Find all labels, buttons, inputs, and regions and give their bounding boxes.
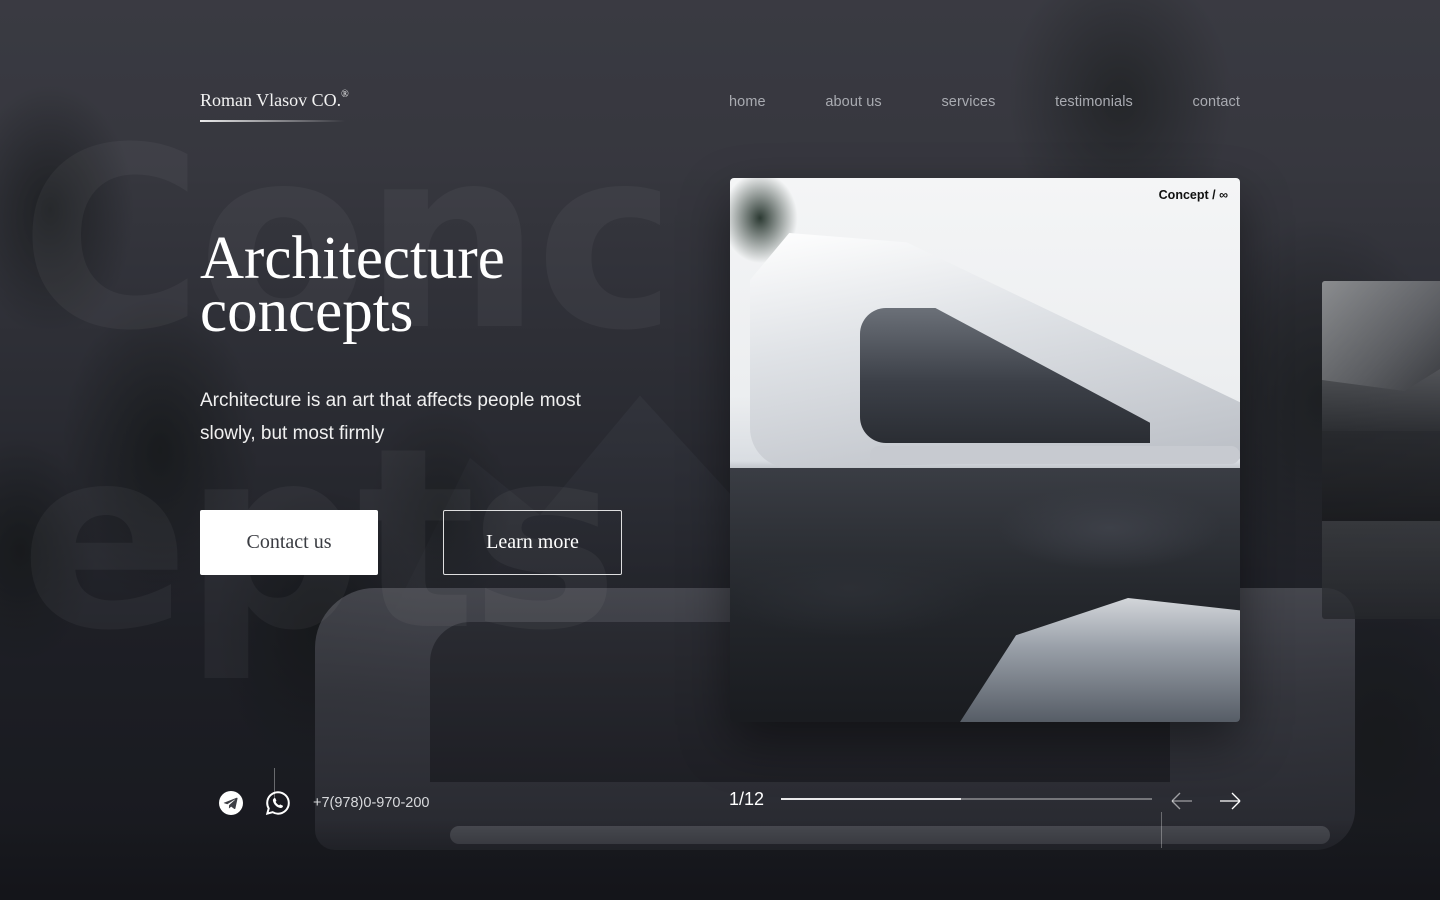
phone-number[interactable]: +7(978)0-970-200 <box>313 795 430 811</box>
nav-services[interactable]: services <box>941 94 995 110</box>
telegram-icon[interactable] <box>218 790 244 816</box>
nav-home[interactable]: home <box>729 94 766 110</box>
learn-more-button[interactable]: Learn more <box>443 510 622 575</box>
nav-about-us[interactable]: about us <box>825 94 881 110</box>
nav-contact[interactable]: contact <box>1193 94 1240 110</box>
next-concept-preview[interactable] <box>1322 281 1440 619</box>
hero-title-line2: concepts <box>200 278 414 345</box>
nav-testimonials[interactable]: testimonials <box>1055 94 1133 110</box>
hero-title: Architecture concepts <box>200 228 680 342</box>
whatsapp-icon[interactable] <box>265 790 291 816</box>
concept-card[interactable]: Concept / ∞ <box>730 178 1240 722</box>
slide-counter: 1/12 <box>729 789 765 809</box>
main-nav: home about us services testimonials cont… <box>729 94 1240 110</box>
card-label: Concept / ∞ <box>1158 188 1228 202</box>
card-house-base <box>870 446 1240 464</box>
contact-us-button[interactable]: Contact us <box>200 510 378 575</box>
brand-name: Roman Vlasov CO. <box>200 90 342 110</box>
brand-logo[interactable]: Roman Vlasov CO.® <box>200 89 349 111</box>
registered-mark: ® <box>341 89 349 100</box>
background-watermark: Conc epts <box>20 90 660 810</box>
preview-rock <box>1322 281 1440 391</box>
hero-description: Architecture is an art that affects peop… <box>200 390 581 444</box>
brand-underline <box>200 120 345 122</box>
arrow-right-icon[interactable] <box>1216 787 1244 815</box>
arrow-left-icon[interactable] <box>1168 787 1196 815</box>
slide-progress-track <box>781 798 1152 800</box>
arrow-divider <box>1161 812 1162 848</box>
preview-house <box>1322 431 1440 521</box>
slide-progress-fill <box>781 798 961 800</box>
